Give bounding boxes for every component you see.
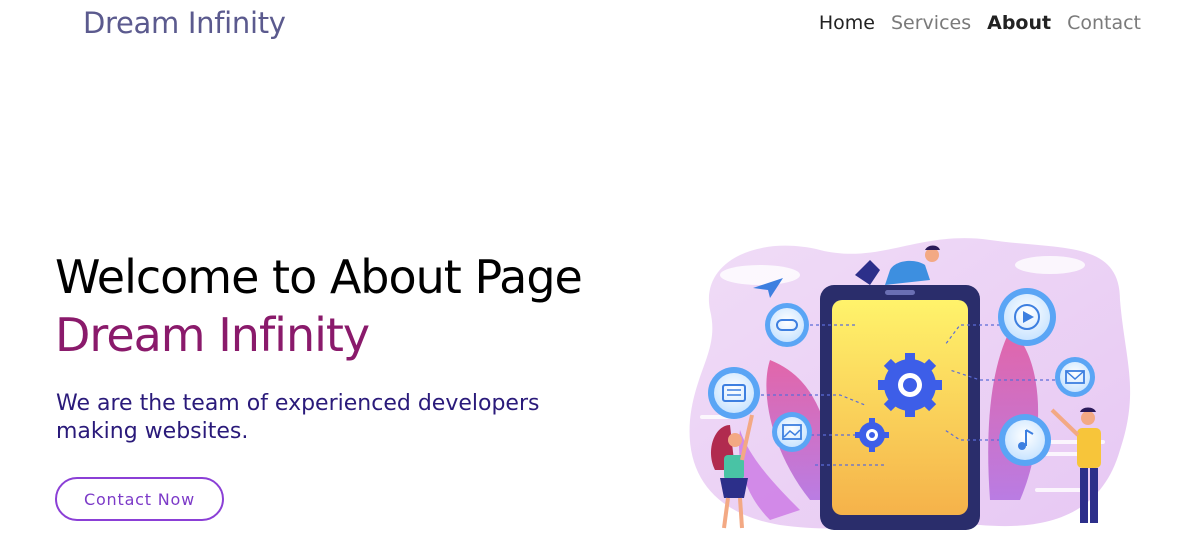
- image-icon: [772, 412, 812, 452]
- nav-menu: Home Services About Contact: [819, 12, 1141, 34]
- brand-logo[interactable]: Dream Infinity: [83, 6, 286, 40]
- hero-illustration: [689, 238, 1131, 530]
- chat-icon: [708, 367, 760, 419]
- mail-icon: [1055, 357, 1095, 397]
- hero-subtitle: We are the team of experienced developer…: [56, 391, 540, 444]
- contact-now-button[interactable]: Contact Now: [55, 477, 224, 521]
- cloud-shape: [720, 265, 800, 285]
- hero-title: Welcome to About Page: [55, 250, 583, 304]
- gear-icon: [878, 353, 942, 417]
- music-note-icon: [999, 414, 1051, 466]
- hero-brand: Dream Infinity: [55, 308, 370, 362]
- nav-link-about[interactable]: About: [987, 12, 1051, 34]
- nav-link-services[interactable]: Services: [891, 12, 971, 34]
- gamepad-icon: [765, 303, 809, 347]
- nav-link-home[interactable]: Home: [819, 12, 875, 34]
- navbar: Dream Infinity Home Services About Conta…: [0, 0, 1190, 52]
- cloud-shape: [1015, 256, 1085, 274]
- play-icon: [998, 288, 1056, 346]
- nav-link-contact[interactable]: Contact: [1067, 12, 1141, 34]
